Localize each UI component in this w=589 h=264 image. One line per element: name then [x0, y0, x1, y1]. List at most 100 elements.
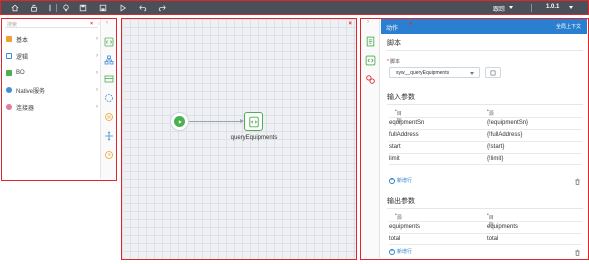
collapse-right-icon[interactable]: ›: [367, 19, 369, 25]
palette-quick-strip: ‹: [100, 19, 116, 179]
basic-icon: [6, 36, 12, 42]
trash-icon[interactable]: [574, 249, 581, 256]
script-icon: [248, 116, 259, 127]
palette-category-connector[interactable]: 连接器 ›: [6, 100, 98, 114]
canvas-close-icon[interactable]: ×: [348, 21, 352, 27]
table-row[interactable]: limit {!limit}: [389, 153, 582, 165]
trace-button[interactable]: 跟踪: [493, 4, 505, 13]
info-icon[interactable]: [45, 3, 55, 13]
toolbar: 跟踪 1.0.1: [0, 0, 589, 15]
save-as-icon[interactable]: [98, 3, 108, 13]
search-placeholder: 搜索: [7, 22, 18, 28]
global-context-link[interactable]: 全局上下文: [556, 23, 581, 30]
bo-icon: [6, 70, 12, 76]
table-row[interactable]: fullAddress {!fullAddress}: [389, 129, 582, 141]
cell-source: {!fullAddress}: [487, 132, 523, 138]
unsaved-indicator: ●: [409, 21, 413, 27]
cell-source: total: [389, 236, 401, 242]
table-icon[interactable]: [104, 74, 114, 84]
collapse-left-icon[interactable]: ‹: [106, 20, 108, 26]
action-node[interactable]: [244, 112, 263, 131]
cell-target: equipmentSn: [389, 120, 425, 126]
palette-category-logic[interactable]: 逻辑 ›: [6, 49, 98, 63]
run-icon[interactable]: [118, 3, 128, 13]
bulb-icon[interactable]: [61, 3, 71, 13]
properties-body: 脚本 *脚本 syw__queryEquipments 输入参数 • 目标 • …: [381, 34, 587, 258]
home-icon[interactable]: [10, 3, 20, 13]
script-field-label-text: 脚本: [389, 59, 400, 65]
script-select-value: syw__queryEquipments: [396, 70, 450, 76]
header-target: • 目标: [395, 108, 402, 124]
category-label: 逻辑: [16, 54, 29, 61]
timer-icon[interactable]: [104, 150, 114, 160]
trace-dropdown-icon[interactable]: [509, 6, 513, 9]
add-row-label: 新增行: [397, 178, 413, 184]
chevron-right-icon: ›: [96, 87, 98, 93]
flow-connector[interactable]: [189, 121, 243, 122]
script-edit-button[interactable]: [485, 67, 501, 78]
input-section-title: 输入参数: [387, 94, 415, 101]
cell-source: {!equipmentSn}: [487, 120, 529, 126]
header-source: • 源: [395, 212, 402, 221]
component-palette: 搜索 × ○ 基本 › 逻辑 › BO › Native服务 › 连接器 › ‹: [1, 18, 117, 181]
properties-rail: ›: [361, 19, 380, 258]
add-output-row-button[interactable]: + 新增行: [389, 248, 412, 255]
section-divider: [387, 50, 583, 51]
cell-target: fullAddress: [389, 132, 419, 138]
lock-icon[interactable]: [29, 3, 39, 13]
table-row[interactable]: equipmentSn {!equipmentSn}: [389, 117, 582, 129]
connector-icon[interactable]: [365, 74, 376, 85]
cell-target: limit: [389, 156, 400, 162]
category-label: BO: [16, 70, 25, 76]
properties-tab-title[interactable]: 动作: [386, 23, 398, 32]
version-dropdown-icon[interactable]: [569, 6, 573, 9]
table-header: • 源 • 目标: [389, 210, 582, 228]
table-row[interactable]: start {!start}: [389, 141, 582, 153]
cell-source: {!start}: [487, 144, 505, 150]
add-row-label: 新增行: [397, 249, 413, 255]
save-icon[interactable]: [78, 3, 88, 13]
chevron-right-icon: ›: [96, 70, 98, 76]
palette-category-native-service[interactable]: Native服务 ›: [6, 83, 98, 97]
chevron-right-icon: ›: [96, 53, 98, 59]
code-icon[interactable]: [365, 55, 376, 66]
palette-category-basic[interactable]: 基本 ›: [6, 32, 98, 46]
chevron-right-icon: ›: [96, 104, 98, 110]
header-source-text: 源: [488, 111, 494, 117]
search-clear-icon[interactable]: ×: [90, 21, 93, 27]
move-icon[interactable]: [104, 131, 114, 141]
version-selector[interactable]: 1.0.1: [546, 4, 559, 10]
edit-icon: [490, 70, 496, 75]
palette-search-input[interactable]: 搜索 × ○: [5, 21, 100, 28]
script-icon[interactable]: [104, 37, 114, 47]
start-node[interactable]: [170, 112, 189, 131]
script-select[interactable]: syw__queryEquipments: [389, 67, 480, 78]
action-node-label: queryEquipments: [230, 135, 278, 141]
add-input-row-button[interactable]: + 新增行: [389, 177, 412, 184]
pause-icon[interactable]: [104, 112, 114, 122]
toolbar-separator: [56, 4, 57, 12]
cell-target: equipments: [487, 224, 519, 230]
redo-icon[interactable]: [157, 3, 167, 13]
section-divider: [387, 104, 583, 105]
org-chart-icon[interactable]: [104, 55, 114, 65]
output-params-table: • 源 • 目标 equipments equipments total tot…: [389, 210, 582, 245]
document-icon[interactable]: [365, 36, 376, 47]
header-target: • 目标: [487, 212, 494, 228]
chevron-down-icon: [470, 72, 474, 75]
cell-source: {!limit}: [487, 156, 504, 162]
table-row[interactable]: total total: [389, 233, 582, 245]
palette-category-bo[interactable]: BO ›: [6, 66, 98, 80]
header-source: • 源: [487, 108, 494, 117]
cell-target: start: [389, 144, 401, 150]
category-label: Native服务: [16, 88, 46, 95]
loop-icon[interactable]: [104, 93, 114, 103]
table-row[interactable]: equipments equipments: [389, 221, 582, 233]
plus-icon: +: [389, 248, 395, 255]
properties-panel: › 动作 ● 全局上下文 脚本 *脚本 syw__queryEquipments…: [360, 18, 589, 260]
trash-icon[interactable]: [574, 178, 581, 185]
undo-icon[interactable]: [138, 3, 148, 13]
flow-canvas[interactable]: × queryEquipments: [121, 18, 357, 260]
cell-target: total: [487, 236, 499, 242]
script-section-title: 脚本: [387, 40, 401, 47]
